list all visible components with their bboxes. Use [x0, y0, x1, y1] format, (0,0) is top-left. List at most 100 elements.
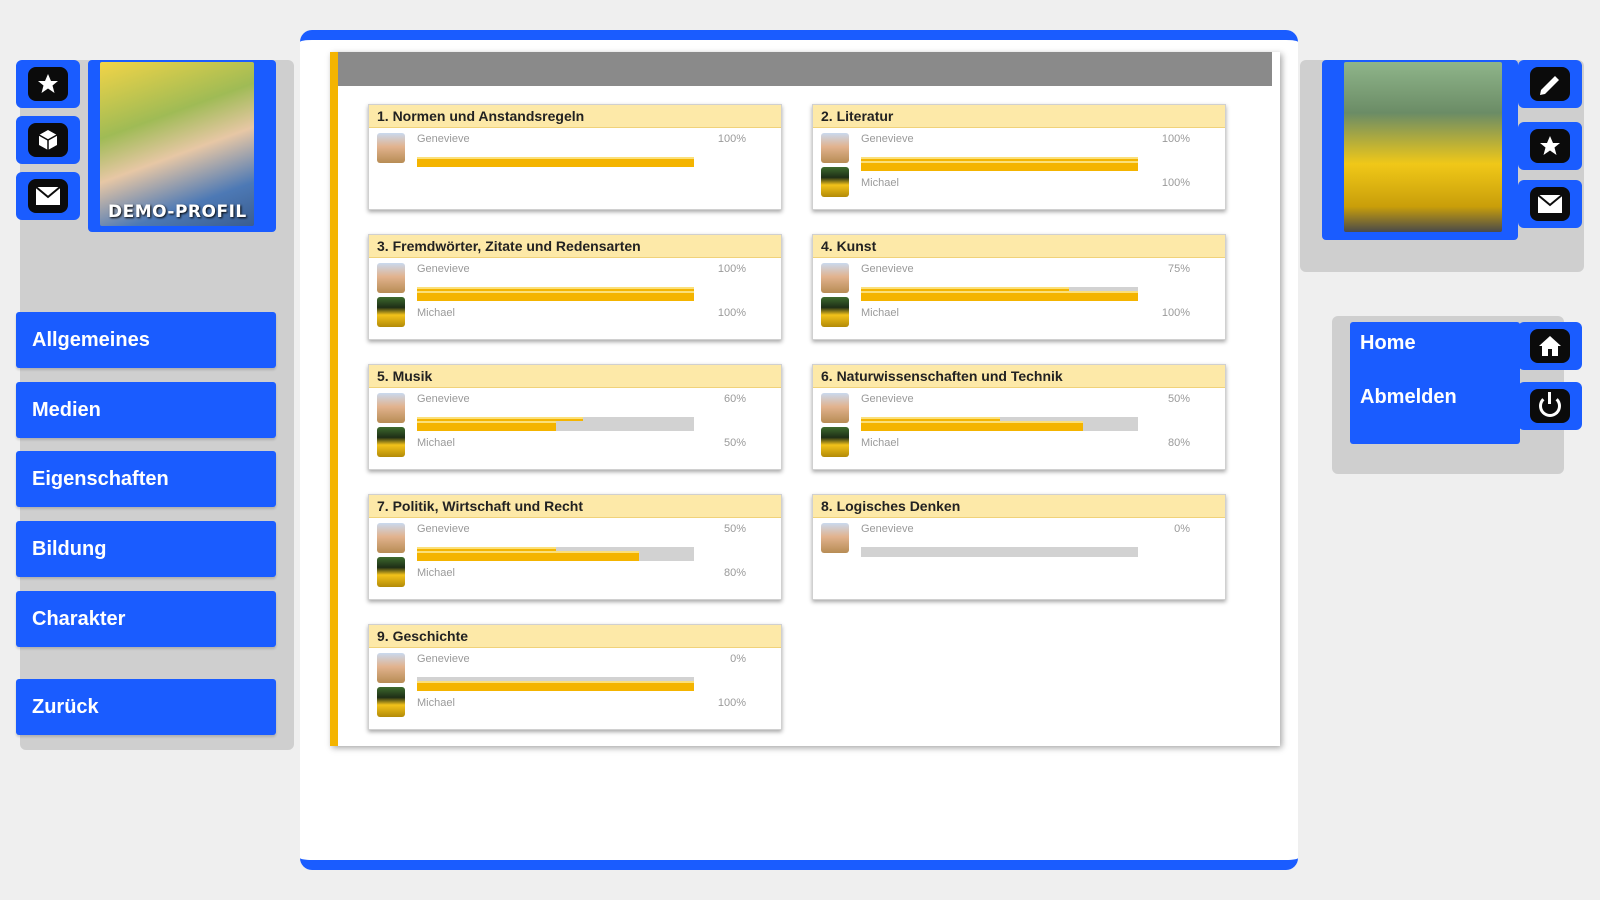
avatar: [821, 427, 849, 457]
progress-fill: [417, 291, 694, 301]
person-name: Genevieve: [861, 393, 914, 405]
category-title: 4. Kunst: [813, 235, 1225, 258]
person-name: Genevieve: [861, 263, 914, 275]
progress-bar: [417, 681, 694, 691]
person-name: Michael: [861, 437, 899, 449]
person-row: Michael 50%: [377, 421, 772, 463]
person-name: Michael: [861, 307, 899, 319]
avatar: [377, 263, 405, 293]
avatar: [821, 297, 849, 327]
category-title: 2. Literatur: [813, 105, 1225, 128]
person-name: Genevieve: [417, 263, 470, 275]
avatar: [821, 393, 849, 423]
person-name: Genevieve: [417, 653, 470, 665]
category-card: 6. Naturwissenschaften und Technik Genev…: [812, 364, 1226, 470]
avatar: [377, 557, 405, 587]
category-title: 3. Fremdwörter, Zitate und Redensarten: [369, 235, 781, 258]
message-button[interactable]: [1518, 180, 1582, 228]
progress-bar: [861, 161, 1138, 171]
percent-label: 100%: [1161, 307, 1190, 319]
progress-fill: [861, 161, 1138, 171]
person-row: Michael 100%: [821, 161, 1216, 203]
avatar: [377, 653, 405, 683]
progress-bar: [861, 291, 1138, 301]
person-name: Genevieve: [861, 523, 914, 535]
nav-allgemeines[interactable]: Allgemeines: [16, 312, 276, 368]
person-name: Michael: [417, 307, 455, 319]
percent-label: 100%: [717, 133, 746, 145]
person-row: Michael 100%: [821, 291, 1216, 333]
back-button[interactable]: Zurück: [16, 679, 276, 735]
person-name: Michael: [417, 697, 455, 709]
category-card: 7. Politik, Wirtschaft und Recht Genevie…: [368, 494, 782, 600]
category-card: 9. Geschichte Genevieve 0% Michael 100%: [368, 624, 782, 730]
profile-photo-frame[interactable]: [1322, 60, 1518, 240]
person-row: Michael 100%: [377, 291, 772, 333]
progress-fill: [417, 421, 556, 431]
category-title: 6. Naturwissenschaften und Technik: [813, 365, 1225, 388]
home-button[interactable]: [1518, 322, 1582, 370]
category-card: 1. Normen und Anstandsregeln Genevieve 1…: [368, 104, 782, 210]
message-button[interactable]: [16, 172, 80, 220]
person-name: Michael: [861, 177, 899, 189]
avatar: [377, 297, 405, 327]
percent-label: 80%: [723, 567, 746, 579]
edit-button[interactable]: [1518, 60, 1582, 108]
category-card: 5. Musik Genevieve 60% Michael 50%: [368, 364, 782, 470]
favorite-button[interactable]: [16, 60, 80, 108]
logout-link[interactable]: Abmelden: [1360, 386, 1457, 409]
avatar: [377, 133, 405, 163]
nav-medien[interactable]: Medien: [16, 382, 276, 438]
profile-photo-frame[interactable]: DEMO-PROFIL: [88, 60, 276, 232]
percent-label: 0%: [730, 653, 746, 665]
category-title: 5. Musik: [369, 365, 781, 388]
gift-button[interactable]: [16, 116, 80, 164]
favorite-button[interactable]: [1518, 122, 1582, 170]
car-photo: [1344, 62, 1502, 232]
percent-label: 100%: [1161, 177, 1190, 189]
home-link[interactable]: Home: [1360, 332, 1416, 355]
category-title: 9. Geschichte: [369, 625, 781, 648]
pencil-icon: [1540, 76, 1559, 95]
avatar: [377, 393, 405, 423]
nav-eigenschaften[interactable]: Eigenschaften: [16, 451, 276, 507]
person-row: Michael 100%: [377, 681, 772, 723]
person-row: Genevieve 100%: [377, 133, 772, 169]
percent-label: 100%: [1161, 133, 1190, 145]
progress-bar: [417, 551, 694, 561]
progress-bar: [861, 421, 1138, 431]
avatar: [377, 687, 405, 717]
percent-label: 60%: [723, 393, 746, 405]
logout-button[interactable]: [1518, 382, 1582, 430]
avatar: [821, 523, 849, 553]
person-name: Genevieve: [417, 133, 470, 145]
progress-fill: [861, 421, 1083, 431]
avatar: [821, 263, 849, 293]
power-icon: [1539, 392, 1561, 417]
percent-label: 80%: [1167, 437, 1190, 449]
progress-bar: [417, 157, 694, 167]
percent-label: 0%: [1174, 523, 1190, 535]
nav-bildung[interactable]: Bildung: [16, 521, 276, 577]
star-icon: [38, 74, 58, 93]
percent-label: 100%: [717, 263, 746, 275]
person-name: Genevieve: [861, 133, 914, 145]
nav-charakter[interactable]: Charakter: [16, 591, 276, 647]
progress-fill: [417, 681, 694, 691]
progress-bar: [417, 421, 694, 431]
person-row: Michael 80%: [377, 551, 772, 593]
person-row: Michael 80%: [821, 421, 1216, 463]
category-card: 2. Literatur Genevieve 100% Michael 100%: [812, 104, 1226, 210]
category-title: 1. Normen und Anstandsregeln: [369, 105, 781, 128]
progress-fill: [861, 291, 1138, 301]
percent-label: 100%: [717, 307, 746, 319]
mail-icon: [1537, 194, 1563, 213]
person-name: Michael: [417, 567, 455, 579]
category-card: 8. Logisches Denken Genevieve 0%: [812, 494, 1226, 600]
person-name: Michael: [417, 437, 455, 449]
avatar: [821, 133, 849, 163]
category-title: 7. Politik, Wirtschaft und Recht: [369, 495, 781, 518]
mail-icon: [35, 186, 61, 205]
person-name: Genevieve: [417, 393, 470, 405]
progress-bar: [861, 547, 1138, 557]
